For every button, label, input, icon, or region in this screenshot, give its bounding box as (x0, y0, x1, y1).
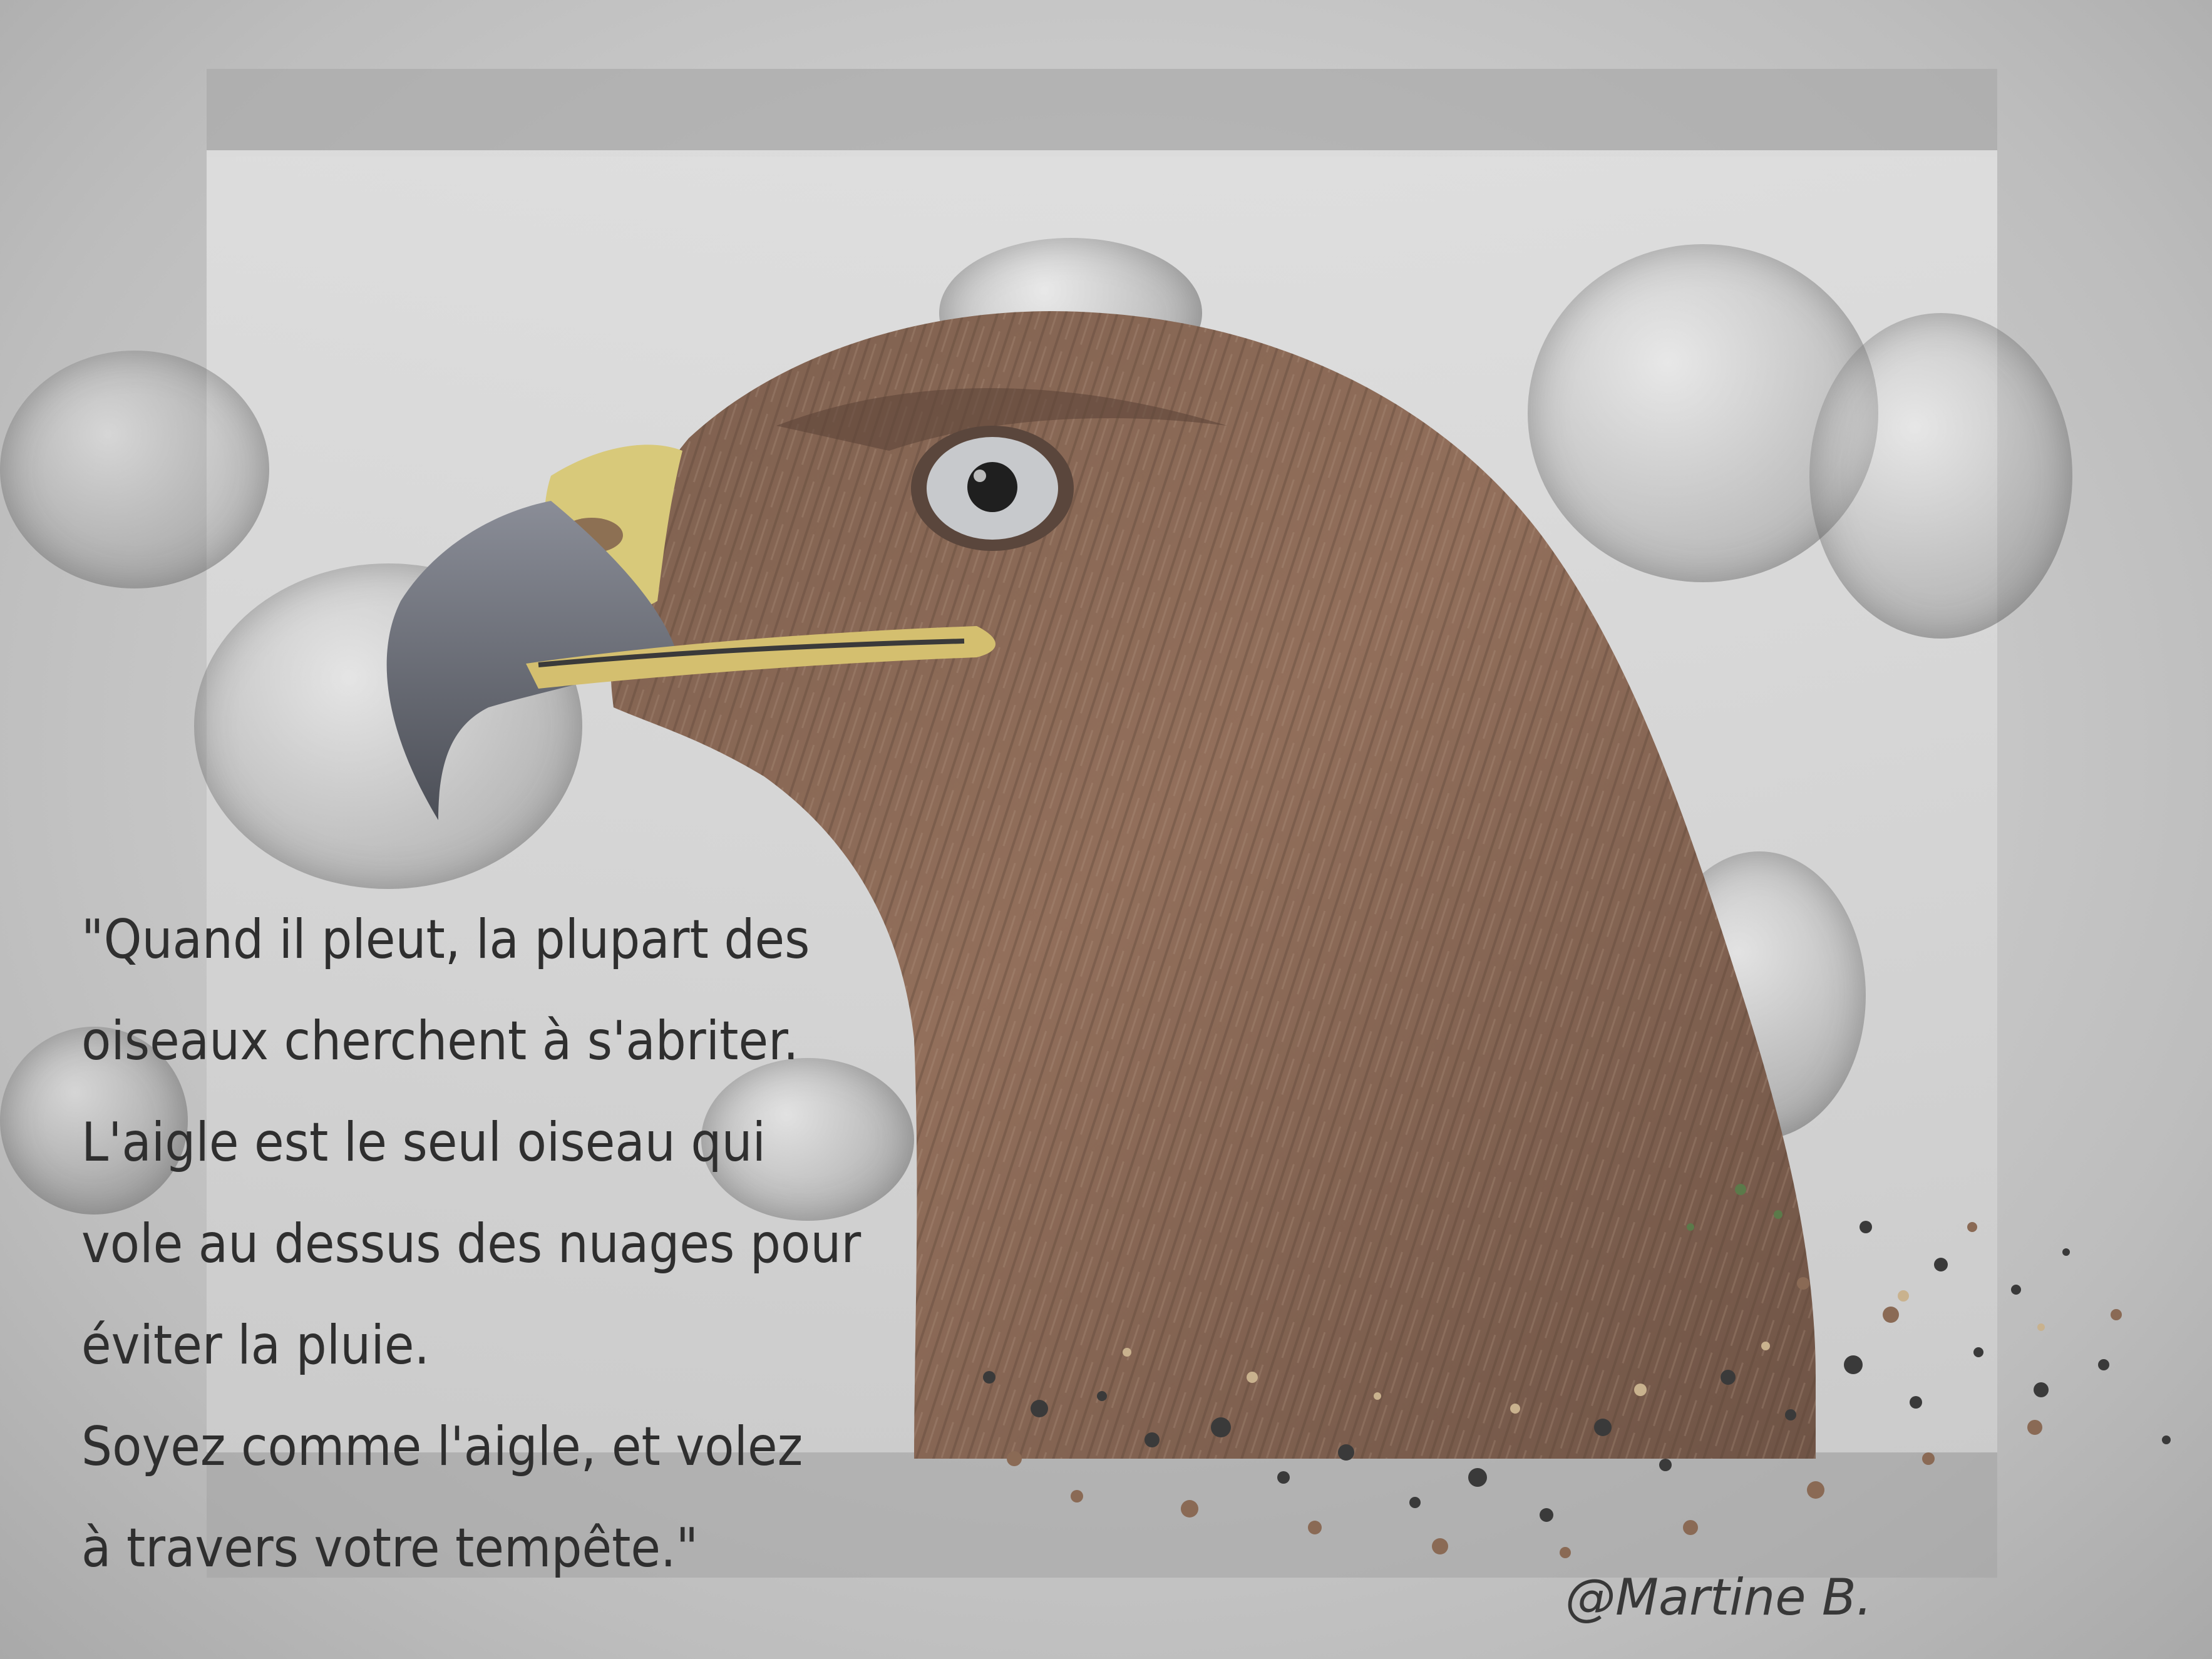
quote-line: Soyez comme l'aigle, et volez (81, 1415, 803, 1478)
quote-line: éviter la pluie. (81, 1314, 430, 1377)
quote-line: L'aigle est le seul oiseau qui (81, 1111, 766, 1174)
artwork-canvas: "Quand il pleut, la plupart des oiseaux … (0, 0, 2212, 1659)
quote-line: à travers votre tempête." (81, 1517, 699, 1579)
artist-signature: @Martine B. (1565, 1568, 1873, 1626)
quote-text: "Quand il pleut, la plupart des oiseaux … (81, 889, 933, 1599)
quote-line: "Quand il pleut, la plupart des (81, 908, 810, 971)
eagle-eye (911, 426, 1074, 551)
quote-line: oiseaux cherchent à s'abriter. (81, 1010, 799, 1072)
quote-line: vole au dessus des nuages pour (81, 1213, 862, 1275)
